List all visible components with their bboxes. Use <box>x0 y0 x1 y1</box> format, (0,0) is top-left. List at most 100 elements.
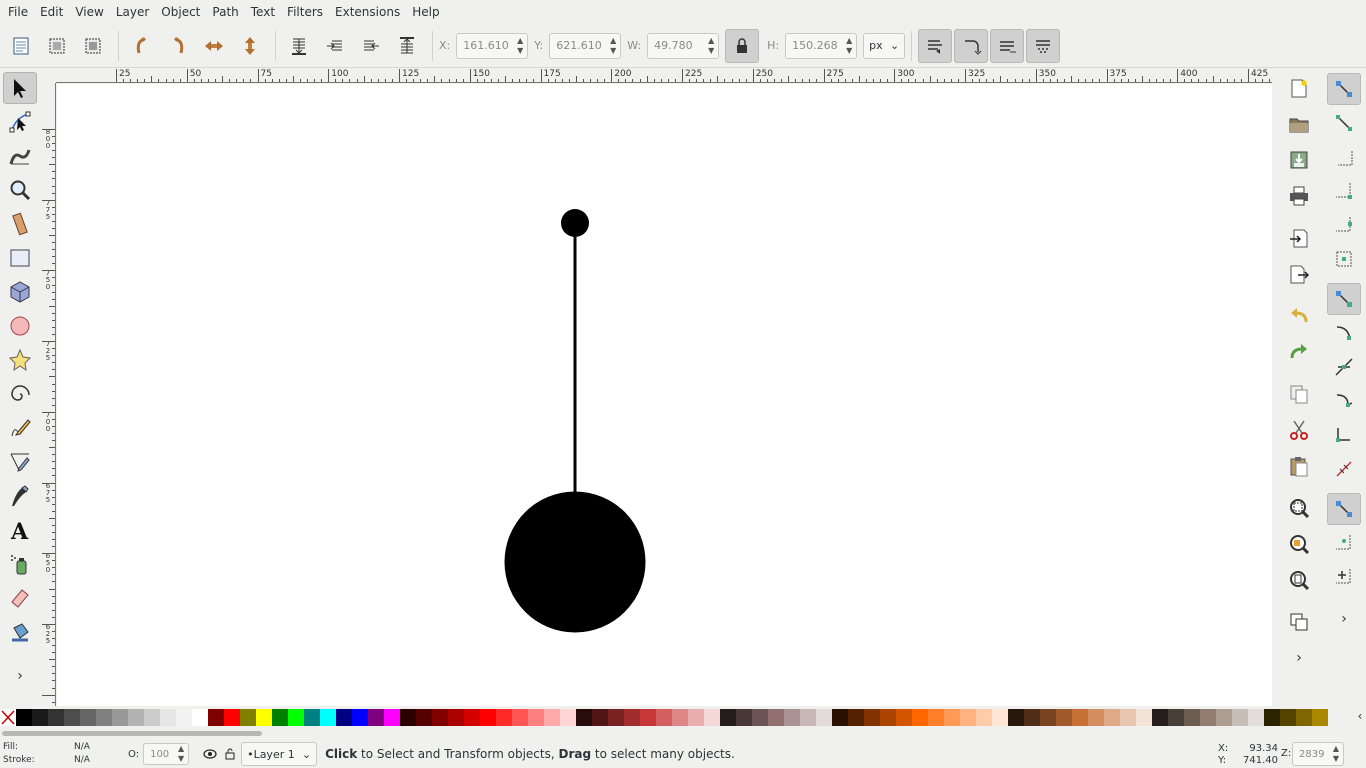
palette-swatch[interactable] <box>80 708 96 726</box>
palette-swatch[interactable] <box>1072 708 1088 726</box>
zoom-page-button[interactable] <box>1282 563 1316 597</box>
palette-swatch[interactable] <box>432 708 448 726</box>
snap-bbox-corner-button[interactable] <box>1327 175 1361 207</box>
palette-swatch[interactable] <box>912 708 928 726</box>
toolbox-expand-button[interactable]: › <box>3 660 37 692</box>
palette-scrollbar[interactable] <box>0 728 1366 738</box>
zoom-stepper[interactable]: ▲ ▼ <box>1329 743 1343 765</box>
menu-view[interactable]: View <box>69 0 109 24</box>
snap-others-button[interactable] <box>1327 493 1361 525</box>
menu-layer[interactable]: Layer <box>110 0 155 24</box>
palette-swatch[interactable] <box>1264 708 1280 726</box>
paint-bucket-tool[interactable] <box>3 616 37 648</box>
snap-cusp-nodes-button[interactable] <box>1327 385 1361 417</box>
tweak-tool[interactable] <box>3 140 37 172</box>
menu-help[interactable]: Help <box>406 0 445 24</box>
snap-bbox-edge-button[interactable] <box>1327 141 1361 173</box>
palette-swatch[interactable] <box>896 708 912 726</box>
rotate-cw-button[interactable] <box>161 29 195 63</box>
palette-swatch[interactable] <box>992 708 1008 726</box>
palette-swatch[interactable] <box>1248 708 1264 726</box>
palette-swatch[interactable] <box>128 708 144 726</box>
palette-swatch[interactable] <box>1312 708 1328 726</box>
zoom-drawing-button[interactable] <box>1282 527 1316 561</box>
menu-edit[interactable]: Edit <box>34 0 69 24</box>
y-input[interactable]: 621.610 ▲ ▼ <box>549 32 622 59</box>
3d-box-tool[interactable] <box>3 276 37 308</box>
palette-swatch[interactable] <box>832 708 848 726</box>
palette-swatch[interactable] <box>1088 708 1104 726</box>
h-input[interactable]: 150.268 ▲ ▼ <box>785 32 858 59</box>
palette-swatch[interactable] <box>576 708 592 726</box>
palette-swatch[interactable] <box>352 708 368 726</box>
opacity-stepper[interactable]: ▲ ▼ <box>174 744 188 764</box>
rotate-ccw-button[interactable] <box>125 29 159 63</box>
rectangle-tool[interactable] <box>3 242 37 274</box>
palette-swatch[interactable] <box>176 708 192 726</box>
palette-swatch[interactable] <box>1152 708 1168 726</box>
x-input[interactable]: 161.610 ▲ ▼ <box>456 32 529 59</box>
opacity-input[interactable]: 100 ▲ ▼ <box>143 743 190 765</box>
export-button[interactable] <box>1282 257 1316 291</box>
palette-swatch[interactable] <box>320 708 336 726</box>
palette-scroll-thumb[interactable] <box>2 731 262 736</box>
new-document-button[interactable] <box>1282 71 1316 105</box>
palette-swatch[interactable] <box>112 708 128 726</box>
palette-swatch[interactable] <box>736 708 752 726</box>
palette-swatch[interactable] <box>1024 708 1040 726</box>
select-all-layers-button[interactable] <box>40 29 74 63</box>
palette-swatch[interactable] <box>448 708 464 726</box>
pivot-circle[interactable] <box>561 209 589 237</box>
palette-swatch[interactable] <box>528 708 544 726</box>
snap-bbox-button[interactable] <box>1327 107 1361 139</box>
paste-button[interactable] <box>1282 449 1316 483</box>
raise-to-top-button[interactable] <box>390 29 424 63</box>
palette-swatch[interactable] <box>1104 708 1120 726</box>
palette-swatch[interactable] <box>1008 708 1024 726</box>
palette-swatch[interactable] <box>1184 708 1200 726</box>
raise-button[interactable] <box>354 29 388 63</box>
palette-swatch[interactable] <box>256 708 272 726</box>
palette-swatch[interactable] <box>496 708 512 726</box>
text-tool[interactable]: A <box>3 514 37 546</box>
measure-tool[interactable] <box>3 208 37 240</box>
snap-smooth-nodes-button[interactable] <box>1327 419 1361 451</box>
palette-swatch[interactable] <box>272 708 288 726</box>
move-patterns-button[interactable] <box>1026 28 1061 63</box>
palette-swatch[interactable] <box>672 708 688 726</box>
palette-scroll-left-icon[interactable]: ‹ <box>1354 708 1366 725</box>
move-gradients-button[interactable] <box>990 28 1025 63</box>
palette-swatch[interactable] <box>976 708 992 726</box>
palette-swatch[interactable] <box>240 708 256 726</box>
toggle-layer-lock-button[interactable] <box>221 743 239 765</box>
palette-swatch[interactable] <box>864 708 880 726</box>
palette-swatch[interactable] <box>144 708 160 726</box>
palette-swatch[interactable] <box>1296 708 1312 726</box>
flip-horizontal-button[interactable] <box>197 29 231 63</box>
calligraphy-tool[interactable] <box>3 480 37 512</box>
layer-select[interactable]: •Layer 1 ⌄ <box>241 742 318 766</box>
palette-swatch[interactable] <box>640 708 656 726</box>
star-tool[interactable] <box>3 344 37 376</box>
palette-swatch[interactable] <box>1200 708 1216 726</box>
menu-text[interactable]: Text <box>245 0 281 24</box>
palette-swatch[interactable] <box>32 708 48 726</box>
menu-file[interactable]: File <box>2 0 34 24</box>
save-button[interactable] <box>1282 143 1316 177</box>
palette-swatch[interactable] <box>304 708 320 726</box>
redo-button[interactable] <box>1282 335 1316 369</box>
palette-swatch[interactable] <box>960 708 976 726</box>
palette-swatch[interactable] <box>592 708 608 726</box>
palette-swatch[interactable] <box>512 708 528 726</box>
palette-swatch[interactable] <box>368 708 384 726</box>
palette-swatch[interactable] <box>64 708 80 726</box>
snap-paths-button[interactable] <box>1327 317 1361 349</box>
deselect-button[interactable] <box>76 29 110 63</box>
w-input[interactable]: 49.780 ▲ ▼ <box>647 32 720 59</box>
palette-swatch[interactable] <box>656 708 672 726</box>
palette-swatch[interactable] <box>384 708 400 726</box>
drawing-canvas[interactable] <box>57 84 1272 706</box>
snap-intersection-button[interactable] <box>1327 351 1361 383</box>
palette-swatch[interactable] <box>880 708 896 726</box>
menu-filters[interactable]: Filters <box>281 0 329 24</box>
